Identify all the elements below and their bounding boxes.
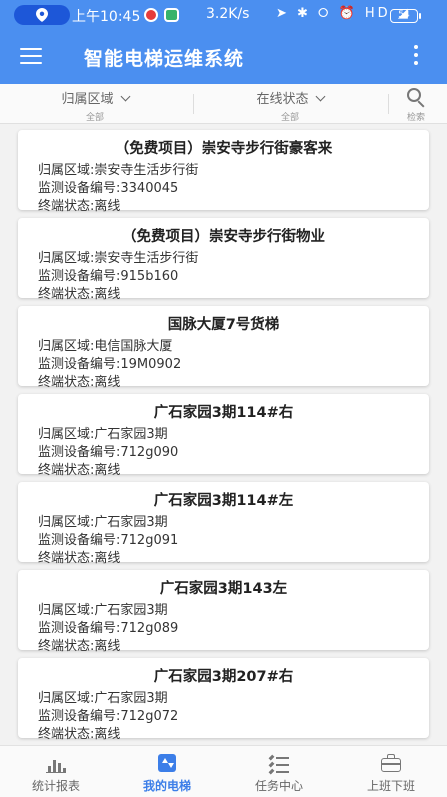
tab-task-center-label: 任务中心 — [254, 779, 303, 793]
elevator-title: 广石家园3期114#左 — [153, 493, 294, 509]
elevator-area: 归属区域:崇安寺生活步行街 — [38, 163, 199, 178]
state-filter-label: 在线状态 — [256, 92, 309, 107]
elevator-area: 归属区域:广石家园3期 — [38, 515, 168, 530]
search-button[interactable]: 检索 — [400, 88, 432, 123]
notification-app-icon — [144, 8, 158, 22]
tab-statistics-label: 统计报表 — [31, 779, 80, 793]
elevator-title: 广石家园3期114#右 — [153, 405, 294, 421]
elevator-card[interactable]: 广石家园3期114#左 归属区域:广石家园3期 监测设备编号:712g091 终… — [18, 482, 429, 566]
hamburger-menu-icon[interactable] — [20, 48, 42, 66]
tab-my-elevators-label: 我的电梯 — [142, 779, 191, 793]
elevator-status: 终端状态:离线 — [38, 199, 121, 214]
elevator-status: 终端状态:离线 — [38, 463, 121, 478]
search-icon — [406, 88, 426, 108]
filter-divider — [193, 94, 194, 114]
elevator-card[interactable]: 广石家园3期143左 归属区域:广石家园3期 监测设备编号:712g089 终端… — [18, 570, 429, 654]
more-options-icon[interactable] — [408, 45, 424, 71]
elevator-status: 终端状态:离线 — [38, 551, 121, 566]
elevator-status: 终端状态:离线 — [38, 639, 121, 654]
elevator-status: 终端状态:离线 — [38, 287, 121, 302]
briefcase-icon — [380, 754, 402, 774]
elevator-device-no: 监测设备编号:712g091 — [38, 533, 179, 548]
elevator-card[interactable]: 国脉大厦7号货梯 归属区域:电信国脉大厦 监测设备编号:19M0902 终端状态… — [18, 306, 429, 390]
elevator-card[interactable]: 广石家园3期207#右 归属区域:广石家园3期 监测设备编号:712g072 终… — [18, 658, 429, 742]
tab-task-center[interactable]: 任务中心 — [224, 746, 334, 797]
tab-clock-in-out[interactable]: 上班下班 — [336, 746, 446, 797]
elevator-area: 归属区域:广石家园3期 — [38, 603, 168, 618]
app-bar: 智能电梯运维系统 — [0, 32, 447, 84]
state-filter-dropdown[interactable]: 在线状态 全部 — [240, 88, 340, 123]
elevator-card[interactable]: 广石家园3期114#右 归属区域:广石家园3期 监测设备编号:712g090 终… — [18, 394, 429, 478]
elevator-icon — [156, 754, 178, 774]
tab-my-elevators[interactable]: 我的电梯 — [112, 746, 222, 797]
chevron-down-icon — [315, 91, 325, 102]
notification-chat-icon — [164, 8, 179, 22]
battery-icon: 54 — [390, 9, 421, 23]
location-icon — [36, 8, 48, 22]
area-filter-value: 全部 — [85, 113, 104, 123]
elevator-card[interactable]: （免费项目）崇安寺步行街豪客来 归属区域:崇安寺生活步行街 监测设备编号:334… — [18, 130, 429, 214]
elevator-status: 终端状态:离线 — [38, 375, 121, 390]
location-pill — [14, 5, 70, 25]
elevator-device-no: 监测设备编号:712g072 — [38, 709, 179, 724]
chevron-down-icon — [120, 91, 130, 102]
status-time: 上午10:45 — [72, 9, 141, 25]
elevator-card[interactable]: （免费项目）崇安寺步行街物业 归属区域:崇安寺生活步行街 监测设备编号:915b… — [18, 218, 429, 302]
elevator-title: （免费项目）崇安寺步行街豪客来 — [114, 141, 333, 157]
elevator-status: 终端状态:离线 — [38, 727, 121, 742]
bottom-navigation: 统计报表 我的电梯 任务中心 上班下班 — [0, 745, 447, 797]
area-filter-label: 归属区域 — [61, 92, 114, 107]
elevator-title: 国脉大厦7号货梯 — [167, 317, 280, 333]
elevator-list: （免费项目）崇安寺步行街豪客来 归属区域:崇安寺生活步行街 监测设备编号:334… — [0, 124, 447, 745]
filter-divider — [388, 94, 389, 114]
status-bar: 上午10:45 3.2K/s ➤ ✱ ⭘ ⏰ HD ◢ 54 — [0, 0, 447, 32]
filter-bar: 归属区域 全部 在线状态 全部 检索 — [0, 84, 447, 124]
tab-clock-in-out-label: 上班下班 — [366, 779, 415, 793]
elevator-area: 归属区域:广石家园3期 — [38, 691, 168, 706]
area-filter-dropdown[interactable]: 归属区域 全部 — [50, 88, 140, 123]
elevator-area: 归属区域:广石家园3期 — [38, 427, 168, 442]
elevator-title: 广石家园3期143左 — [159, 581, 288, 597]
elevator-area: 归属区域:崇安寺生活步行街 — [38, 251, 199, 266]
bar-chart-icon — [45, 754, 67, 774]
elevator-device-no: 监测设备编号:19M0902 — [38, 357, 182, 372]
elevator-title: 广石家园3期207#右 — [153, 669, 294, 685]
elevator-device-no: 监测设备编号:712g090 — [38, 445, 179, 460]
checklist-icon — [268, 754, 290, 775]
network-speed: 3.2K/s — [206, 6, 250, 22]
app-title: 智能电梯运维系统 — [84, 48, 245, 70]
state-filter-value: 全部 — [280, 113, 299, 123]
elevator-area: 归属区域:电信国脉大厦 — [38, 339, 173, 354]
elevator-device-no: 监测设备编号:915b160 — [38, 269, 179, 284]
elevator-title: （免费项目）崇安寺步行街物业 — [122, 229, 325, 245]
search-label: 检索 — [406, 113, 425, 123]
elevator-device-no: 监测设备编号:712g089 — [38, 621, 179, 636]
elevator-device-no: 监测设备编号:3340045 — [38, 181, 179, 196]
tab-statistics[interactable]: 统计报表 — [1, 746, 111, 797]
